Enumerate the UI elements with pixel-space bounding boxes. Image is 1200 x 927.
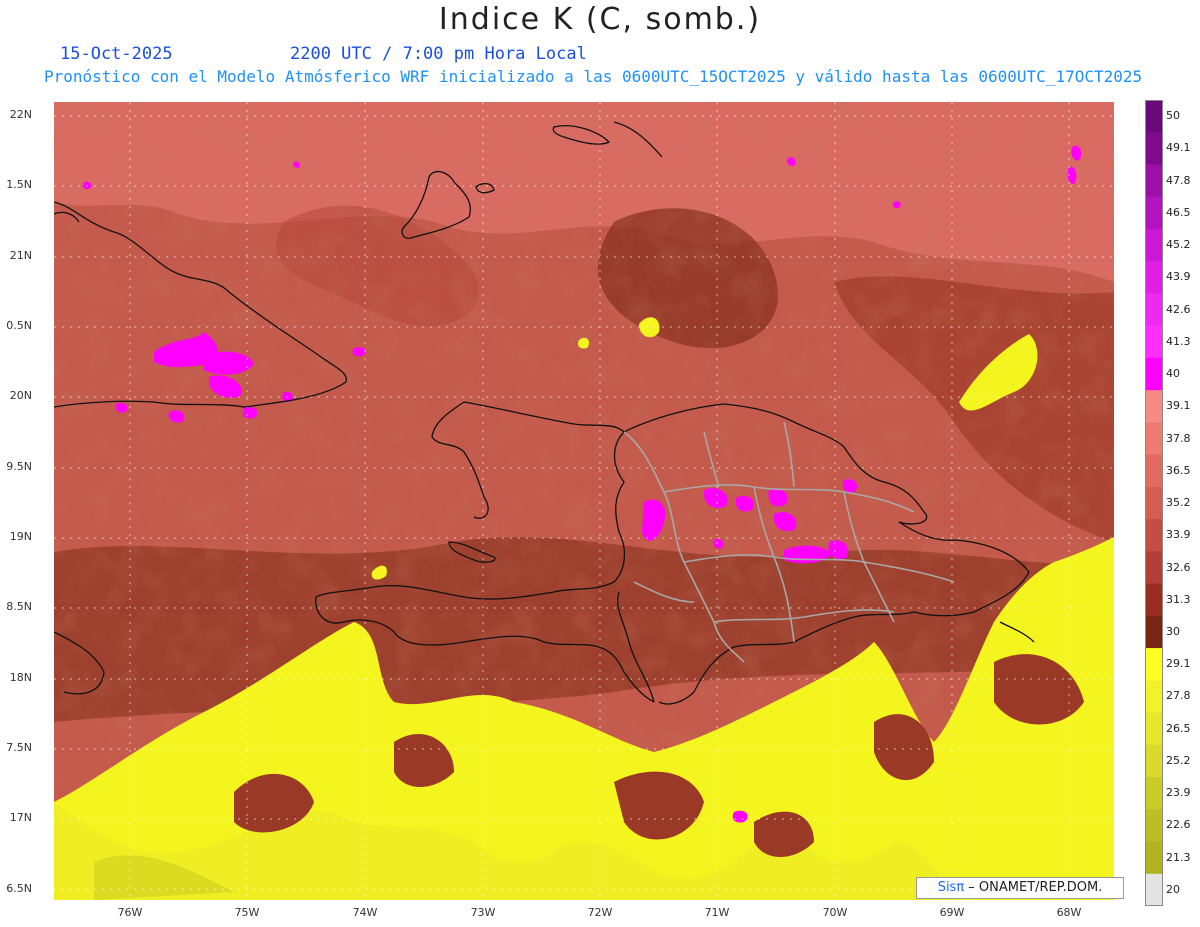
colorbar-label: 41.3 xyxy=(1166,334,1191,348)
lat-label: 1.5N xyxy=(6,178,32,191)
lon-label: 74W xyxy=(352,906,378,919)
map-title: Indice K (C, somb.) xyxy=(438,2,762,37)
colorbar-label: 29.1 xyxy=(1166,657,1191,671)
colorbar-label: 35.2 xyxy=(1166,496,1191,509)
lon-label: 71W xyxy=(704,906,730,919)
lon-label: 70W xyxy=(822,906,848,919)
lon-label: 72W xyxy=(587,906,613,919)
colorbar-label: 20 xyxy=(1166,882,1180,896)
credit-text: – ONAMET/REP.DOM. xyxy=(964,880,1103,895)
lat-label: 0.5N xyxy=(6,319,32,332)
colorbar-swatch xyxy=(1145,357,1163,391)
colorbar-swatch xyxy=(1145,261,1163,294)
colorbar-label: 39.1 xyxy=(1166,399,1191,413)
credit-brand: Sisπ xyxy=(937,880,965,895)
colorbar-swatch xyxy=(1145,551,1163,585)
lat-label: 20N xyxy=(9,389,32,402)
lat-label: 7.5N xyxy=(6,741,32,754)
colorbar-label: 27.8 xyxy=(1166,689,1191,703)
lat-label: 21N xyxy=(9,249,32,262)
colorbar-swatch xyxy=(1145,873,1163,906)
colorbar-label: 36.5 xyxy=(1166,463,1191,477)
colorbar-swatch xyxy=(1145,164,1163,198)
lat-label: 19N xyxy=(9,530,32,543)
lat-label: 9.5N xyxy=(6,460,32,473)
colorbar-label: 31.3 xyxy=(1166,592,1191,606)
colorbar-swatch xyxy=(1145,519,1163,552)
colorbar-swatch xyxy=(1145,454,1163,488)
colorbar-label: 23.9 xyxy=(1166,786,1191,800)
colorbar-label: 40 xyxy=(1166,367,1180,380)
colorbar-swatch xyxy=(1145,196,1163,230)
colorbar-label: 43.9 xyxy=(1166,270,1191,284)
colorbar-swatch xyxy=(1145,777,1163,810)
colorbar-label: 22.6 xyxy=(1166,818,1191,832)
lon-label: 73W xyxy=(470,906,496,919)
colorbar-swatch xyxy=(1145,325,1163,359)
colorbar-swatch xyxy=(1145,422,1163,456)
colorbar-swatch xyxy=(1145,809,1163,843)
lat-label: 17N xyxy=(9,811,32,824)
k-index-map xyxy=(54,102,1114,900)
colorbar-label: 25.2 xyxy=(1166,753,1191,767)
colorbar-swatch xyxy=(1145,100,1163,133)
lat-label: 6.5N xyxy=(6,882,32,895)
forecast-time: 2200 UTC / 7:00 pm Hora Local xyxy=(290,44,587,64)
colorbar-swatch xyxy=(1145,583,1163,617)
colorbar-label: 47.8 xyxy=(1166,173,1191,187)
lon-label: 76W xyxy=(117,906,143,919)
colorbar xyxy=(1145,100,1163,906)
credit-box: Sisπ – ONAMET/REP.DOM. xyxy=(916,877,1124,899)
lon-label: 75W xyxy=(234,906,260,919)
colorbar-swatch xyxy=(1145,615,1163,649)
lat-label: 22N xyxy=(9,108,32,121)
colorbar-label: 21.3 xyxy=(1166,850,1191,864)
colorbar-swatch xyxy=(1145,390,1163,423)
lon-label: 69W xyxy=(939,906,965,919)
colorbar-swatch xyxy=(1145,132,1163,165)
colorbar-label: 45.2 xyxy=(1166,238,1191,252)
colorbar-swatch xyxy=(1145,293,1163,327)
colorbar-label: 33.9 xyxy=(1166,528,1191,542)
colorbar-label: 37.8 xyxy=(1166,431,1191,445)
model-info-line: Pronóstico con el Modelo Atmósferico WRF… xyxy=(44,67,1143,86)
colorbar-label: 30 xyxy=(1166,625,1180,638)
colorbar-swatch xyxy=(1145,486,1163,520)
colorbar-label: 50 xyxy=(1166,109,1180,123)
colorbar-label: 32.6 xyxy=(1166,560,1191,574)
lat-label: 18N xyxy=(9,671,32,684)
lon-label: 68W xyxy=(1056,906,1082,919)
forecast-date: 15-Oct-2025 xyxy=(60,44,173,64)
colorbar-label: 42.6 xyxy=(1166,302,1191,316)
colorbar-label: 46.5 xyxy=(1166,205,1191,219)
lat-label: 8.5N xyxy=(6,600,32,613)
colorbar-label: 26.5 xyxy=(1166,721,1191,735)
colorbar-swatch xyxy=(1145,228,1163,262)
colorbar-swatch xyxy=(1145,712,1163,746)
colorbar-swatch xyxy=(1145,648,1163,681)
colorbar-swatch xyxy=(1145,744,1163,778)
colorbar-swatch xyxy=(1145,680,1163,714)
colorbar-swatch xyxy=(1145,841,1163,875)
colorbar-label: 49.1 xyxy=(1166,141,1191,155)
